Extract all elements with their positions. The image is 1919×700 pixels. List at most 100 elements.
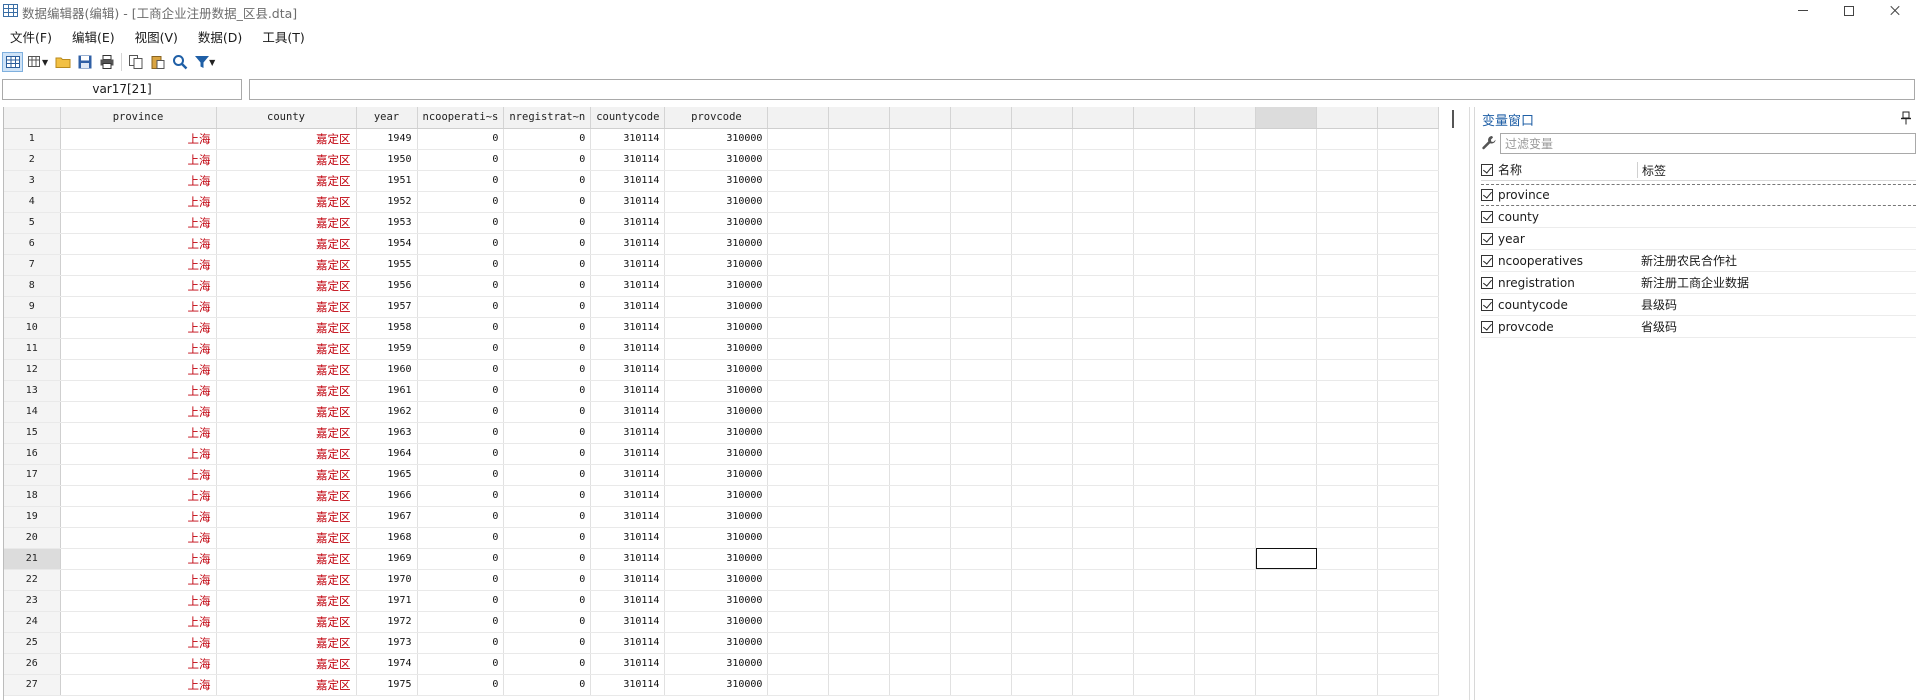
numeric-cell[interactable]: 0 <box>417 212 505 234</box>
empty-cell[interactable] <box>828 233 891 255</box>
numeric-cell[interactable]: 310114 <box>590 275 666 297</box>
string-cell[interactable]: 嘉定区 <box>216 170 357 192</box>
numeric-cell[interactable]: 310114 <box>590 128 666 150</box>
empty-cell[interactable] <box>1255 317 1318 339</box>
empty-cell[interactable] <box>1255 653 1318 675</box>
numeric-cell[interactable]: 1961 <box>356 380 418 402</box>
numeric-cell[interactable]: 0 <box>417 674 505 696</box>
numeric-cell[interactable]: 310000 <box>664 674 769 696</box>
numeric-cell[interactable]: 310114 <box>590 611 666 633</box>
numeric-cell[interactable]: 1951 <box>356 170 418 192</box>
numeric-cell[interactable]: 310000 <box>664 296 769 318</box>
numeric-cell[interactable]: 310000 <box>664 401 769 423</box>
empty-column-header[interactable] <box>950 107 1013 129</box>
empty-cell[interactable] <box>828 359 891 381</box>
string-cell[interactable]: 嘉定区 <box>216 338 357 360</box>
empty-cell[interactable] <box>1194 212 1257 234</box>
copy-button[interactable] <box>125 52 146 72</box>
empty-cell[interactable] <box>1011 170 1074 192</box>
string-cell[interactable]: 上海 <box>60 464 217 486</box>
empty-cell[interactable] <box>828 527 891 549</box>
row-number[interactable]: 26 <box>4 653 61 675</box>
empty-cell[interactable] <box>889 296 952 318</box>
string-cell[interactable]: 上海 <box>60 569 217 591</box>
empty-cell[interactable] <box>1316 380 1379 402</box>
wrench-icon[interactable] <box>1481 135 1497 151</box>
search-button[interactable] <box>169 52 190 72</box>
string-cell[interactable]: 嘉定区 <box>216 149 357 171</box>
string-cell[interactable]: 上海 <box>60 653 217 675</box>
numeric-cell[interactable]: 1963 <box>356 422 418 444</box>
row-number[interactable]: 23 <box>4 590 61 612</box>
column-header[interactable]: year <box>356 107 418 129</box>
menu-edit[interactable]: 编辑(E) <box>62 24 125 46</box>
empty-cell[interactable] <box>828 380 891 402</box>
empty-cell[interactable] <box>1133 296 1196 318</box>
empty-cell[interactable] <box>1194 485 1257 507</box>
empty-cell[interactable] <box>1255 212 1318 234</box>
empty-cell[interactable] <box>1133 149 1196 171</box>
numeric-cell[interactable]: 0 <box>417 611 505 633</box>
numeric-cell[interactable]: 310000 <box>664 338 769 360</box>
numeric-cell[interactable]: 310114 <box>590 170 666 192</box>
numeric-cell[interactable]: 0 <box>503 233 592 255</box>
numeric-cell[interactable]: 310000 <box>664 527 769 549</box>
empty-cell[interactable] <box>1011 653 1074 675</box>
empty-cell[interactable] <box>1133 611 1196 633</box>
numeric-cell[interactable]: 1968 <box>356 527 418 549</box>
numeric-cell[interactable]: 0 <box>503 170 592 192</box>
row-number[interactable]: 19 <box>4 506 61 528</box>
empty-cell[interactable] <box>767 548 830 570</box>
column-header[interactable]: nregistrat~n <box>503 107 592 129</box>
numeric-cell[interactable]: 310114 <box>590 464 666 486</box>
string-cell[interactable]: 上海 <box>60 128 217 150</box>
numeric-cell[interactable]: 1964 <box>356 443 418 465</box>
string-cell[interactable]: 上海 <box>60 317 217 339</box>
variable-row[interactable]: ncooperatives 新注册农民合作社 <box>1481 250 1916 272</box>
empty-cell[interactable] <box>1316 275 1379 297</box>
filter-button[interactable] <box>191 52 212 72</box>
print-button[interactable] <box>96 52 117 72</box>
menu-view[interactable]: 视图(V) <box>125 24 188 46</box>
empty-cell[interactable] <box>1194 401 1257 423</box>
empty-cell[interactable] <box>1072 338 1135 360</box>
empty-cell[interactable] <box>1316 128 1379 150</box>
empty-cell[interactable] <box>1133 275 1196 297</box>
numeric-cell[interactable]: 310114 <box>590 569 666 591</box>
empty-cell[interactable] <box>1011 443 1074 465</box>
row-number[interactable]: 7 <box>4 254 61 276</box>
empty-cell[interactable] <box>1072 233 1135 255</box>
empty-cell[interactable] <box>828 464 891 486</box>
string-cell[interactable]: 嘉定区 <box>216 212 357 234</box>
numeric-cell[interactable]: 310000 <box>664 359 769 381</box>
numeric-cell[interactable]: 1950 <box>356 149 418 171</box>
empty-cell[interactable] <box>889 380 952 402</box>
empty-cell[interactable] <box>1011 569 1074 591</box>
empty-cell[interactable] <box>1133 359 1196 381</box>
numeric-cell[interactable]: 310000 <box>664 464 769 486</box>
empty-cell[interactable] <box>767 527 830 549</box>
empty-cell[interactable] <box>950 548 1013 570</box>
empty-cell[interactable] <box>1255 359 1318 381</box>
minimize-button[interactable] <box>1780 0 1826 22</box>
empty-cell[interactable] <box>889 674 952 696</box>
numeric-cell[interactable]: 1954 <box>356 233 418 255</box>
empty-cell[interactable] <box>1377 632 1440 654</box>
empty-cell[interactable] <box>1316 632 1379 654</box>
empty-cell[interactable] <box>1072 170 1135 192</box>
string-cell[interactable]: 上海 <box>60 527 217 549</box>
empty-cell[interactable] <box>1255 338 1318 360</box>
numeric-cell[interactable]: 310000 <box>664 275 769 297</box>
empty-cell[interactable] <box>1377 401 1440 423</box>
empty-cell[interactable] <box>1011 611 1074 633</box>
numeric-cell[interactable]: 310114 <box>590 212 666 234</box>
empty-cell[interactable] <box>1255 170 1318 192</box>
empty-cell[interactable] <box>1133 464 1196 486</box>
empty-cell[interactable] <box>828 485 891 507</box>
empty-cell[interactable] <box>1255 128 1318 150</box>
open-button[interactable] <box>52 52 73 72</box>
row-number[interactable]: 25 <box>4 632 61 654</box>
empty-cell[interactable] <box>1255 149 1318 171</box>
panel-splitter[interactable] <box>1469 107 1470 700</box>
empty-cell[interactable] <box>1316 359 1379 381</box>
